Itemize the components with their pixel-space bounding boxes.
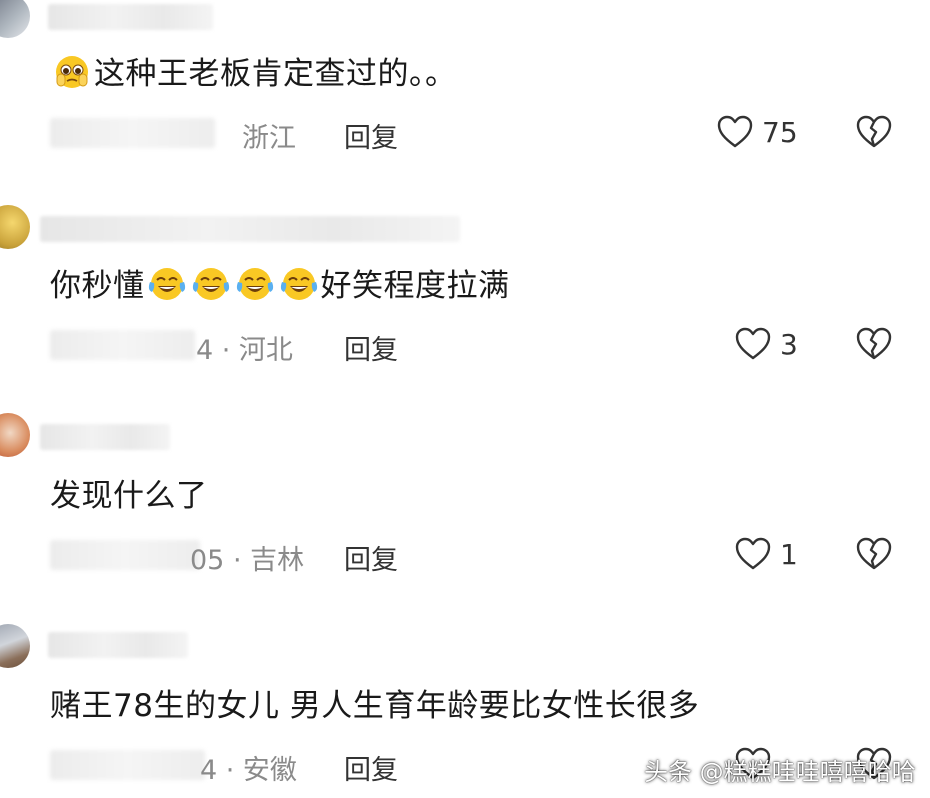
username-blurred	[40, 216, 460, 242]
pleading-face-icon	[51, 54, 93, 90]
comment-text: 你秒懂 好笑程度拉满	[50, 266, 510, 306]
comment-meta: 4 · 河北	[196, 335, 293, 366]
username-blurred	[40, 424, 170, 450]
comment-meta: 4 · 安徽	[200, 755, 297, 786]
like-button[interactable]: 75	[716, 114, 798, 150]
reply-button[interactable]: 回复	[344, 748, 398, 787]
meta-blurred	[50, 540, 200, 570]
comment-text: 赌王78生的女儿 男人生育年龄要比女性长很多	[50, 688, 700, 724]
like-count: 3	[780, 327, 798, 361]
comment-text-after: 好笑程度拉满	[320, 268, 510, 304]
avatar[interactable]	[0, 624, 30, 668]
reply-button[interactable]: 回复	[344, 538, 398, 577]
heart-icon	[734, 326, 772, 362]
comment-text-before: 你秒懂	[50, 268, 145, 304]
broken-heart-icon	[855, 114, 893, 150]
comment-text: 发现什么了	[50, 478, 208, 514]
heart-icon	[734, 536, 772, 572]
heart-icon	[716, 114, 754, 150]
dislike-button[interactable]	[855, 326, 893, 362]
avatar[interactable]	[0, 205, 30, 249]
avatar[interactable]	[0, 413, 30, 457]
reply-button[interactable]: 回复	[344, 328, 398, 367]
like-button[interactable]: 1	[734, 536, 798, 572]
reply-button[interactable]: 回复	[344, 116, 398, 155]
watermark: 头条 @糕糕哇哇嘻嘻哈哈	[644, 758, 916, 786]
comment-text: 这种王老板肯定查过的。。	[50, 54, 457, 94]
comment-region: 浙江	[242, 123, 296, 154]
meta-blurred	[50, 330, 195, 360]
dislike-button[interactable]	[855, 114, 893, 150]
meta-blurred	[50, 750, 205, 780]
dislike-button[interactable]	[855, 536, 893, 572]
comment-text-content: 这种王老板肯定查过的。。	[94, 56, 457, 92]
like-button[interactable]: 3	[734, 326, 798, 362]
broken-heart-icon	[855, 326, 893, 362]
tears-of-joy-icon	[234, 266, 276, 302]
avatar[interactable]	[0, 0, 30, 38]
username-blurred	[48, 632, 188, 658]
comment-meta: 05 · 吉林	[190, 545, 305, 576]
username-blurred	[48, 4, 213, 30]
tears-of-joy-icon	[278, 266, 320, 302]
like-count: 75	[762, 115, 798, 149]
meta-blurred	[50, 118, 215, 148]
tears-of-joy-icon	[190, 266, 232, 302]
like-count: 1	[780, 537, 798, 571]
tears-of-joy-icon	[146, 266, 188, 302]
broken-heart-icon	[855, 536, 893, 572]
